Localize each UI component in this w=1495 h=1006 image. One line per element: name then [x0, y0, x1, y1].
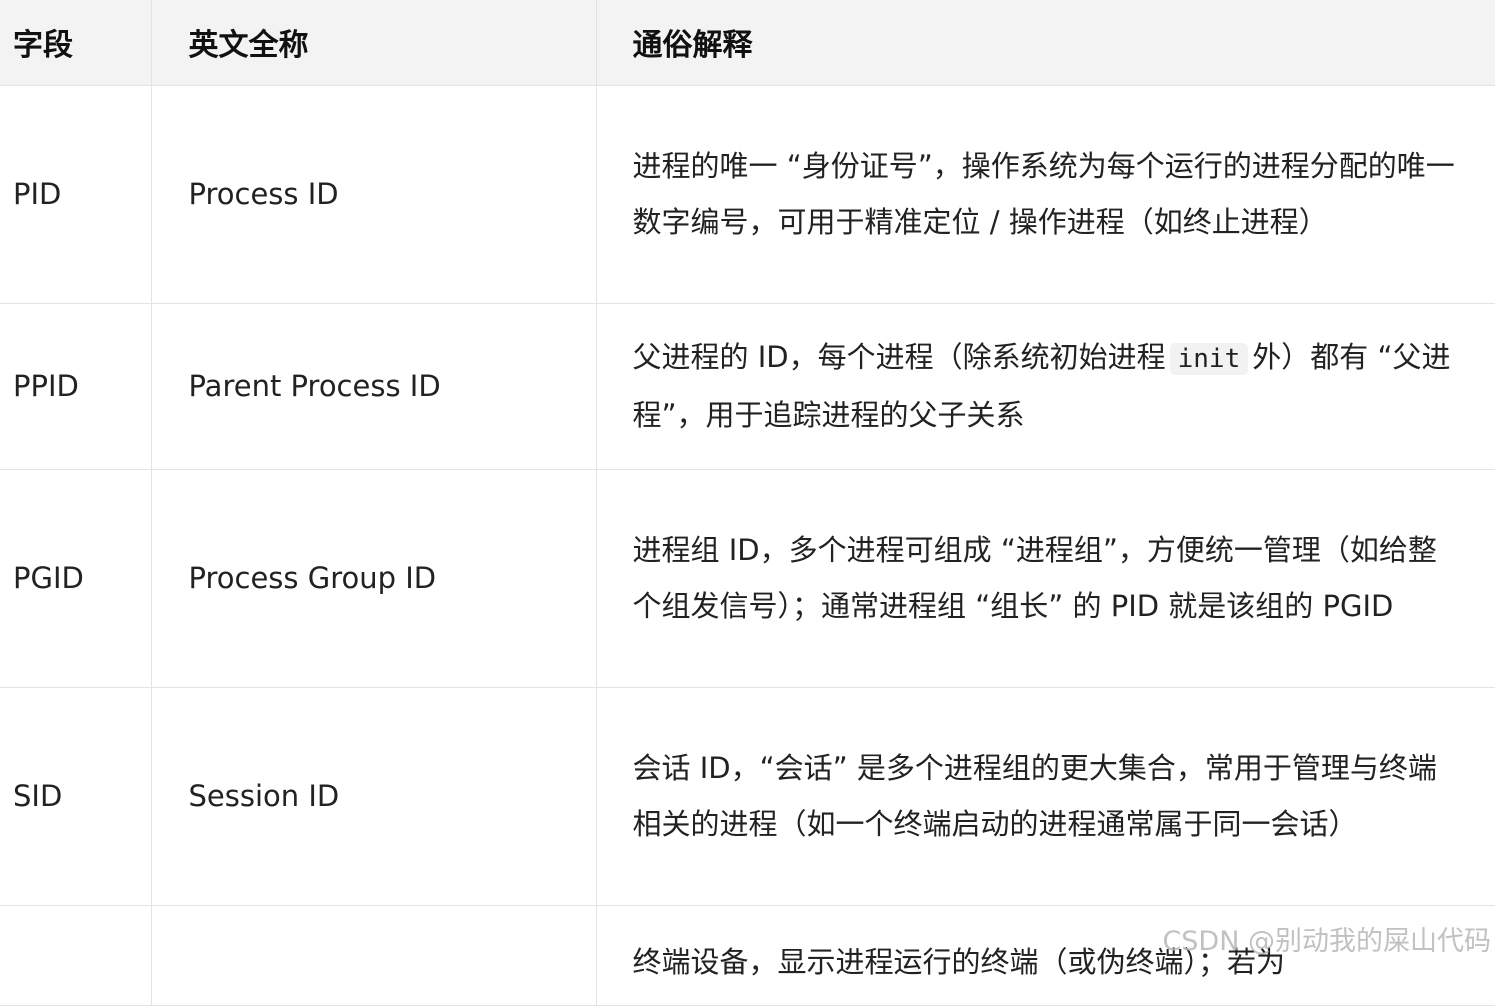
column-header-full-name: 英文全称 — [150, 0, 597, 86]
full-name-cell — [150, 904, 597, 1006]
full-name-cell: Process ID — [150, 84, 597, 304]
explanation-cell: 会话 ID，“会话” 是多个进程组的更大集合，常用于管理与终端相关的进程（如一个… — [595, 686, 1495, 906]
field-cell: PGID — [0, 468, 152, 688]
explanation-cell: 进程组 ID，多个进程可组成 “进程组”，方便统一管理（如给整个组发信号）；通常… — [595, 468, 1495, 688]
field-cell — [0, 904, 152, 1006]
explanation-cell: 进程的唯一 “身份证号”，操作系统为每个运行的进程分配的唯一数字编号，可用于精准… — [595, 84, 1495, 304]
full-name-cell: Parent Process ID — [150, 302, 597, 470]
watermark: CSDN @别动我的屎山代码 — [1162, 926, 1491, 957]
field-cell: SID — [0, 686, 152, 906]
table-header-row: 字段 英文全称 通俗解释 — [0, 0, 1495, 86]
field-cell: PID — [0, 84, 152, 304]
field-cell: PPID — [0, 302, 152, 470]
table-row: SID Session ID 会话 ID，“会话” 是多个进程组的更大集合，常用… — [0, 686, 1495, 906]
explanation-cell: 父进程的 ID，每个进程（除系统初始进程 init 外）都有 “父进程”，用于追踪进… — [595, 302, 1495, 470]
column-header-explanation: 通俗解释 — [595, 0, 1495, 86]
table-row: PPID Parent Process ID 父进程的 ID，每个进程（除系统初… — [0, 302, 1495, 470]
table-row: PGID Process Group ID 进程组 ID，多个进程可组成 “进程… — [0, 468, 1495, 688]
table-row: PID Process ID 进程的唯一 “身份证号”，操作系统为每个运行的进程… — [0, 84, 1495, 304]
inline-code: init — [1169, 343, 1249, 375]
column-header-field: 字段 — [0, 0, 152, 86]
full-name-cell: Session ID — [150, 686, 597, 906]
explanation-text: 父进程的 ID，每个进程（除系统初始进程 — [632, 340, 1166, 374]
process-fields-table: 字段 英文全称 通俗解释 PID Process ID 进程的唯一 “身份证号”… — [0, 0, 1495, 1006]
full-name-cell: Process Group ID — [150, 468, 597, 688]
